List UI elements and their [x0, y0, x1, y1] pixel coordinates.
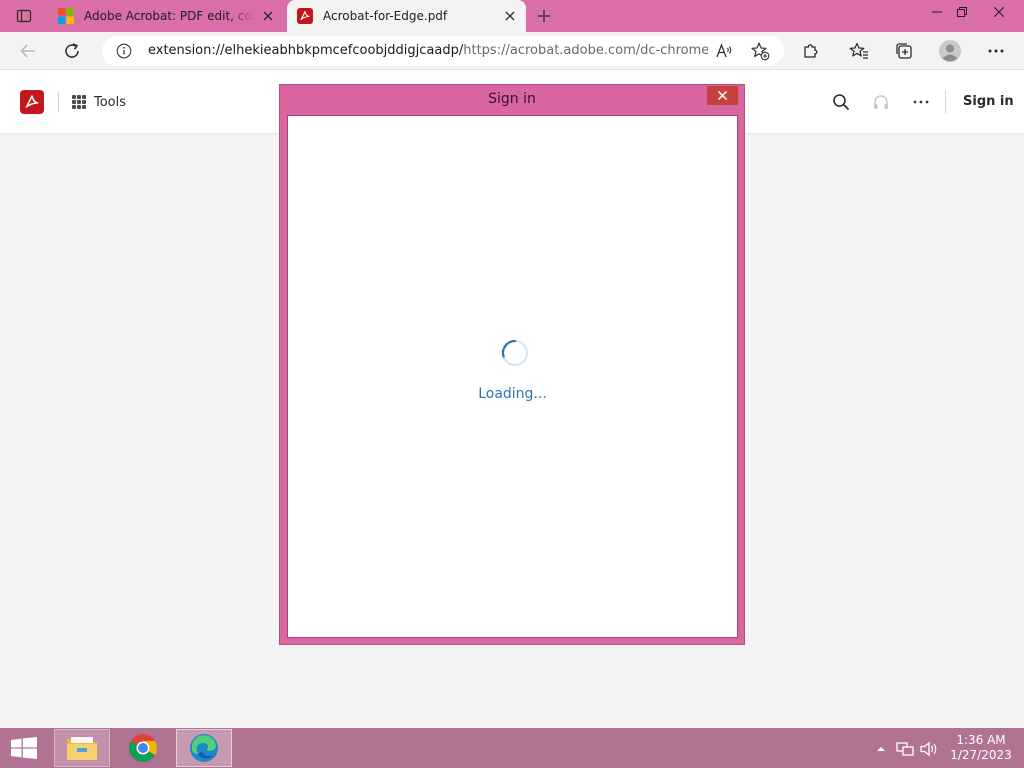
extensions-icon: [804, 44, 818, 58]
tab-title: Acrobat-for-Edge.pdf: [323, 9, 448, 23]
popup-title: Sign in: [488, 91, 536, 107]
network-icon: [896, 742, 914, 756]
taskbar-edge[interactable]: [176, 729, 232, 767]
profile-button[interactable]: [936, 37, 964, 65]
read-aloud-icon: [716, 43, 732, 58]
info-icon[interactable]: [116, 43, 132, 59]
acrobat-logo-icon[interactable]: [20, 90, 44, 114]
close-icon: [505, 11, 515, 21]
show-hidden-icons-button[interactable]: [872, 740, 890, 758]
popup-close-button[interactable]: [707, 86, 738, 105]
close-icon: [994, 7, 1004, 17]
tab-title: Adobe Acrobat: PDF edit, convert, sign t…: [84, 9, 254, 23]
refresh-icon: [65, 43, 79, 58]
url-path: https://acrobat.adobe.com/dc-chrome-...: [463, 43, 708, 58]
acrobat-icon: [297, 8, 313, 24]
tab-acrobat-for-edge[interactable]: Acrobat-for-Edge.pdf: [287, 0, 526, 32]
tab-close-button[interactable]: [260, 8, 276, 24]
close-window-button[interactable]: [984, 0, 1014, 24]
favorites-icon: [849, 42, 868, 59]
more-icon: [913, 100, 929, 104]
browser-toolbar: extension://elhekieabhbkpmcefcoobjddigjc…: [0, 32, 1024, 70]
plus-icon: [538, 10, 550, 22]
taskbar-chrome[interactable]: [115, 729, 171, 767]
search-icon: [833, 94, 850, 111]
loading-spinner-icon: [501, 339, 529, 367]
settings-more-button[interactable]: [982, 37, 1010, 65]
tab-close-button[interactable]: [502, 8, 518, 24]
restore-icon: [957, 7, 967, 17]
minimize-icon: [932, 11, 942, 13]
tools-label: Tools: [94, 94, 127, 110]
back-button[interactable]: [14, 37, 42, 65]
tools-button[interactable]: Tools: [72, 92, 126, 112]
collections-button[interactable]: [890, 37, 918, 65]
url-text: extension://elhekieabhbkpmcefcoobjddigjc…: [148, 43, 708, 59]
favorites-button[interactable]: [845, 37, 873, 65]
chevron-up-icon: [877, 747, 885, 751]
taskbar-file-explorer[interactable]: [54, 729, 110, 767]
taskbar-clock[interactable]: 1:36 AM 1/27/2023: [948, 733, 1014, 763]
network-button[interactable]: [896, 740, 914, 758]
extensions-button[interactable]: [797, 37, 825, 65]
popup-content: Loading...: [287, 115, 738, 638]
file-explorer-icon: [67, 737, 97, 760]
sign-in-popup-window: Sign in Loading...: [279, 84, 745, 645]
read-out-loud-button[interactable]: [871, 92, 891, 112]
tab-actions-icon: [16, 9, 32, 23]
divider: [58, 92, 59, 112]
search-button[interactable]: [831, 92, 851, 112]
volume-button[interactable]: [920, 740, 938, 758]
add-favorite-button[interactable]: [750, 41, 770, 61]
collections-icon: [896, 43, 912, 59]
tab-actions-menu-button[interactable]: [8, 4, 40, 28]
address-bar[interactable]: extension://elhekieabhbkpmcefcoobjddigjc…: [102, 36, 784, 66]
refresh-button[interactable]: [58, 37, 86, 65]
close-icon: [263, 11, 273, 21]
more-icon: [988, 49, 1004, 53]
url-host: extension://elhekieabhbkpmcefcoobjddigjc…: [148, 43, 464, 58]
restore-button[interactable]: [947, 0, 977, 24]
browser-title-bar: Adobe Acrobat: PDF edit, convert, sign t…: [0, 0, 1024, 32]
chrome-icon: [128, 734, 157, 762]
windows-taskbar: 1:36 AM 1/27/2023: [0, 728, 1024, 768]
edge-icon: [190, 734, 218, 762]
sign-in-link[interactable]: Sign in: [963, 94, 1014, 109]
close-icon: [718, 91, 727, 100]
add-favorite-icon: [751, 42, 770, 61]
clock-date: 1/27/2023: [950, 748, 1012, 762]
clock-time: 1:36 AM: [956, 733, 1006, 747]
back-icon: [20, 44, 35, 58]
new-tab-button[interactable]: [532, 4, 556, 28]
start-button[interactable]: [0, 728, 48, 768]
microsoft-logo-icon: [58, 8, 74, 24]
headphones-icon: [874, 95, 888, 109]
profile-icon: [939, 40, 961, 62]
acrobat-more-button[interactable]: [911, 92, 931, 112]
windows-logo-icon: [11, 737, 37, 759]
tab-adobe-acrobat[interactable]: Adobe Acrobat: PDF edit, convert, sign t…: [48, 0, 284, 32]
loading-text: Loading...: [478, 386, 547, 402]
divider: [945, 90, 946, 114]
read-aloud-button[interactable]: [714, 41, 734, 61]
apps-grid-icon: [72, 95, 86, 109]
volume-icon: [920, 741, 937, 757]
